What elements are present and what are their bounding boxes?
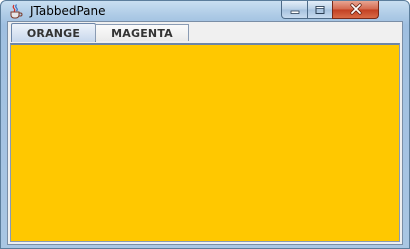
tab-magenta[interactable]: MAGENTA [95, 24, 189, 41]
tab-orange[interactable]: ORANGE [11, 23, 96, 42]
close-icon [349, 1, 363, 19]
tab-magenta-label: MAGENTA [111, 26, 173, 40]
java-coffee-icon[interactable] [8, 3, 24, 19]
maximize-icon [314, 1, 326, 19]
maximize-button[interactable] [307, 1, 333, 19]
minimize-button[interactable] [281, 1, 308, 19]
app-window: JTabbedPane ORANGE MAGENTA [0, 0, 410, 249]
close-button[interactable] [332, 1, 379, 19]
window-title: JTabbedPane [30, 4, 106, 18]
orange-panel [10, 43, 400, 242]
tab-strip: ORANGE MAGENTA [8, 22, 402, 43]
minimize-icon [289, 1, 301, 19]
tab-orange-label: ORANGE [26, 26, 81, 40]
title-bar[interactable]: JTabbedPane [1, 1, 409, 21]
tabbed-pane: ORANGE MAGENTA [7, 21, 403, 245]
